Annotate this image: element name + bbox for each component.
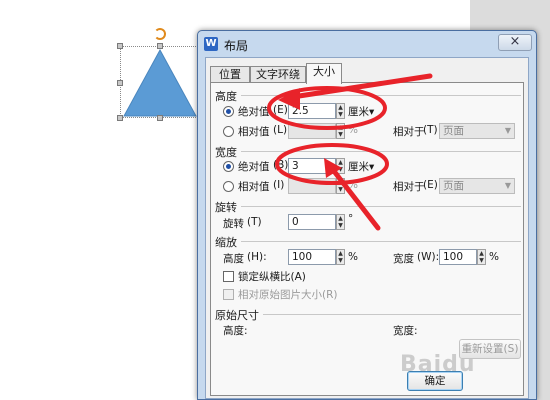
dialog-titlebar[interactable]: W 布局 × <box>198 31 536 57</box>
width-relative-key: (I) <box>273 179 285 191</box>
height-relative-spinner[interactable]: ▲ ▼ <box>336 123 345 139</box>
rotate-unit: ° <box>348 213 354 225</box>
rotate-spinner[interactable]: ▲ ▼ <box>336 214 345 230</box>
width-relative-to-key: (E) <box>423 179 438 191</box>
rotate-section-title: 旋转 <box>215 201 237 214</box>
width-relative-to-label: 相对于 <box>393 181 425 193</box>
scale-width-unit: % <box>489 251 499 263</box>
resize-handle-s[interactable] <box>157 115 163 121</box>
height-absolute-label: 绝对值 <box>238 106 270 118</box>
rotate-handle[interactable] <box>154 28 166 40</box>
resize-handle-w[interactable] <box>117 80 123 86</box>
width-relative-label: 相对值 <box>238 181 270 193</box>
size-tab-panel: 高度 绝对值 (E) 2.5 ▲ ▼ 厘米▾ 相对值 (L) ▲ ▼ % 相对于 (… <box>210 82 524 396</box>
lock-aspect-checkbox[interactable] <box>223 271 234 282</box>
width-relative-spinner[interactable]: ▲ ▼ <box>336 178 345 194</box>
height-relative-label: 相对值 <box>238 126 270 138</box>
scale-height-unit: % <box>348 251 358 263</box>
width-relative-to-value: 页面 <box>443 180 464 192</box>
resize-handle-nw[interactable] <box>117 43 123 49</box>
width-relative-radio[interactable] <box>223 181 234 192</box>
chevron-down-icon: ▼ <box>504 126 511 135</box>
height-relative-input[interactable] <box>288 123 336 139</box>
width-absolute-radio[interactable] <box>223 161 234 172</box>
relative-original-label: 相对原始图片大小(R) <box>238 289 338 301</box>
scale-height-label: 高度 <box>223 253 244 265</box>
height-section-title: 高度 <box>215 90 237 103</box>
width-relative-input[interactable] <box>288 178 336 194</box>
height-relative-to-label: 相对于 <box>393 126 425 138</box>
scale-width-label: 宽度 <box>393 253 414 265</box>
height-relative-radio[interactable] <box>223 126 234 137</box>
resize-handle-sw[interactable] <box>117 115 123 121</box>
watermark: Baidu <box>400 352 476 377</box>
dialog-body: 位置 文字环绕 大小 高度 绝对值 (E) 2.5 ▲ ▼ 厘米▾ 相对值 (L)… <box>205 57 529 399</box>
lock-aspect-label: 锁定纵横比(A) <box>238 271 306 283</box>
scale-height-spinner[interactable]: ▲ ▼ <box>336 249 345 265</box>
width-absolute-label: 绝对值 <box>238 161 270 173</box>
width-relative-unit: % <box>348 179 358 191</box>
divider <box>241 241 521 242</box>
width-section-title: 宽度 <box>215 146 237 159</box>
height-relative-to-key: (T) <box>423 124 438 136</box>
height-absolute-radio[interactable] <box>223 106 234 117</box>
rotate-input[interactable]: 0 <box>288 214 336 230</box>
width-absolute-input[interactable]: 3 <box>288 158 336 174</box>
height-relative-to-value: 页面 <box>443 125 464 137</box>
original-section-title: 原始尺寸 <box>215 309 259 322</box>
scale-width-key: (W): <box>417 251 440 263</box>
scale-width-input[interactable]: 100 <box>439 249 477 265</box>
width-relative-to-select[interactable]: 页面 ▼ <box>439 178 515 194</box>
rotate-key: (T) <box>247 216 262 228</box>
scale-section-title: 缩放 <box>215 236 237 249</box>
relative-original-checkbox[interactable] <box>223 289 234 300</box>
resize-handle-n[interactable] <box>157 43 163 49</box>
triangle-shape[interactable] <box>122 48 198 118</box>
layout-dialog: W 布局 × 位置 文字环绕 大小 高度 绝对值 (E) 2.5 ▲ ▼ 厘米▾ … <box>197 30 537 400</box>
dialog-title: 布局 <box>224 39 249 53</box>
wps-app-icon: W <box>204 37 218 51</box>
scale-width-spinner[interactable]: ▲ ▼ <box>477 249 486 265</box>
divider <box>241 206 521 207</box>
width-absolute-key: (B) <box>273 159 289 171</box>
tab-size[interactable]: 大小 <box>306 63 342 84</box>
height-absolute-unit[interactable]: 厘米▾ <box>348 104 374 119</box>
divider <box>263 314 521 315</box>
chevron-down-icon: ▼ <box>504 181 511 190</box>
close-button[interactable]: × <box>498 34 532 51</box>
scale-height-input[interactable]: 100 <box>288 249 336 265</box>
scale-height-key: (H): <box>247 251 267 263</box>
height-relative-to-select[interactable]: 页面 ▼ <box>439 123 515 139</box>
original-width-label: 宽度: <box>393 325 418 337</box>
divider <box>241 95 521 96</box>
height-relative-key: (L) <box>273 124 288 136</box>
height-absolute-input[interactable]: 2.5 <box>288 103 336 119</box>
rotate-label: 旋转 <box>223 218 244 230</box>
width-absolute-spinner[interactable]: ▲ ▼ <box>336 158 345 174</box>
divider <box>241 151 521 152</box>
height-absolute-spinner[interactable]: ▲ ▼ <box>336 103 345 119</box>
original-height-label: 高度: <box>223 325 248 337</box>
width-absolute-unit[interactable]: 厘米▾ <box>348 159 374 174</box>
height-relative-unit: % <box>348 124 358 136</box>
height-absolute-key: (E) <box>273 104 288 116</box>
